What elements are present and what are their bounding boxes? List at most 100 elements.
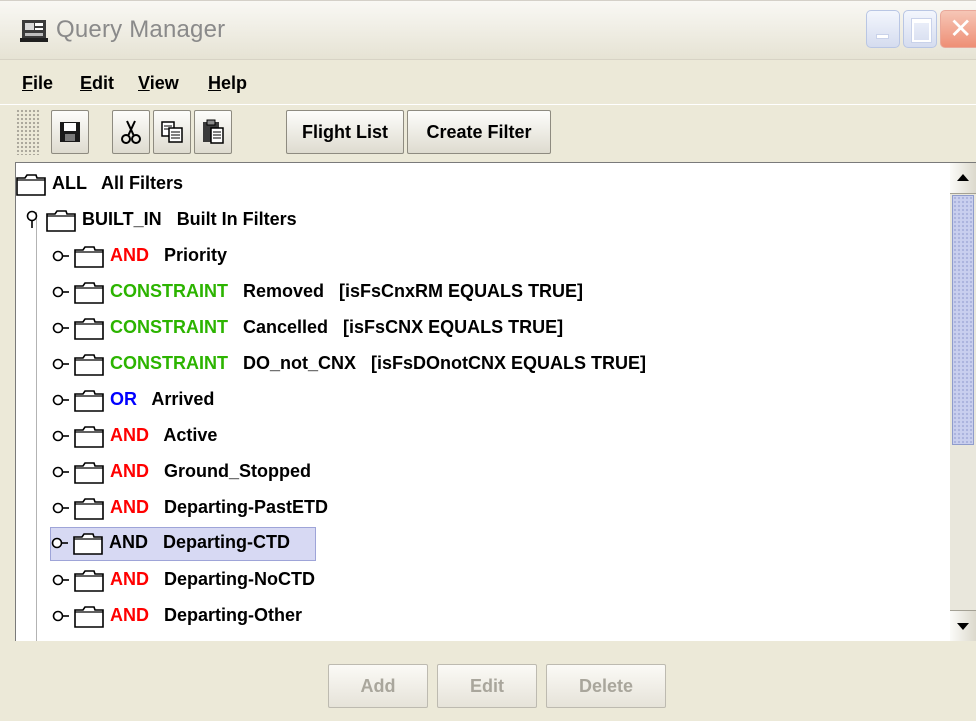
flight-list-button[interactable]: Flight List [286, 110, 404, 154]
cut-button[interactable] [112, 110, 150, 154]
menu-help-mnemonic: H [208, 73, 221, 93]
label-spacer [149, 425, 163, 445]
label-spacer [137, 389, 151, 409]
vertical-scrollbar[interactable] [950, 162, 976, 642]
copy-button[interactable] [153, 110, 191, 154]
node-description: Departing-CTD [163, 532, 291, 552]
tree-node[interactable]: AND Departing-PastETD [52, 493, 932, 523]
tree-node-label: CONSTRAINT DO_not_CNX [isFsDOnotCNX EQUA… [110, 353, 646, 374]
button-bar: Add Edit Delete [0, 641, 976, 721]
label-spacer [149, 569, 164, 589]
filter-tree[interactable]: ALL All Filters BUILT_IN Built In Filters… [15, 162, 951, 642]
scroll-thumb[interactable] [952, 195, 974, 445]
node-keyword: AND [110, 245, 149, 265]
tree-node[interactable]: CONSTRAINT DO_not_CNX [isFsDOnotCNX EQUA… [52, 349, 932, 379]
tree-node[interactable]: BUILT_IN Built In Filters [24, 205, 904, 235]
node-description: All Filters [101, 173, 184, 193]
node-description: Departing-NoCTD [164, 569, 316, 589]
node-description: Cancelled [isFsCNX EQUALS TRUE] [243, 317, 564, 337]
tree-node[interactable]: AND Ground_Stopped [52, 457, 932, 487]
label-spacer [149, 497, 164, 517]
folder-icon [73, 533, 103, 555]
menu-view[interactable]: View [138, 73, 179, 94]
label-spacer [228, 317, 243, 337]
label-spacer [148, 532, 163, 552]
node-keyword: BUILT_IN [82, 209, 162, 229]
folder-icon [74, 390, 104, 412]
expand-toggle-icon[interactable] [52, 496, 70, 520]
expand-toggle-icon[interactable] [52, 316, 70, 340]
title-bar[interactable]: Query Manager ✕ [0, 1, 976, 60]
menu-file-mnemonic: F [22, 73, 33, 93]
node-description: Removed [isFsCnxRM EQUALS TRUE] [243, 281, 584, 301]
delete-button[interactable]: Delete [546, 664, 666, 708]
node-description: Departing-Other [164, 605, 303, 625]
tree-node[interactable]: ALL All Filters [16, 169, 896, 199]
menu-edit-rest: dit [92, 73, 115, 93]
close-button[interactable]: ✕ [940, 10, 976, 48]
expand-toggle-icon[interactable] [52, 352, 70, 376]
folder-icon [74, 354, 104, 376]
label-spacer [162, 209, 177, 229]
tree-node-label: CONSTRAINT Cancelled [isFsCNX EQUALS TRU… [110, 317, 563, 338]
expand-toggle-icon[interactable] [52, 568, 70, 592]
create-filter-button[interactable]: Create Filter [407, 110, 551, 154]
tree-node[interactable]: AND Departing-CTD [50, 527, 316, 561]
menu-file[interactable]: File [22, 73, 53, 94]
node-keyword: ALL [52, 173, 87, 193]
add-button[interactable]: Add [328, 664, 428, 708]
expand-toggle-icon[interactable] [52, 244, 70, 268]
scroll-down-button[interactable] [950, 610, 976, 641]
tree-node[interactable]: OR Arrived [52, 385, 932, 415]
node-keyword: AND [110, 497, 149, 517]
node-description: Built In Filters [176, 209, 297, 229]
folder-icon [74, 570, 104, 592]
tree-node-label: BUILT_IN Built In Filters [82, 209, 297, 230]
node-description: Active [163, 425, 218, 445]
tree-node[interactable]: AND Departing-NoCTD [52, 565, 932, 595]
minimize-button[interactable] [866, 10, 900, 48]
menu-edit[interactable]: Edit [80, 73, 114, 94]
maximize-button[interactable] [903, 10, 937, 48]
toolbar-grip[interactable] [16, 109, 40, 155]
menu-view-rest: iew [149, 73, 179, 93]
menu-view-mnemonic: V [138, 73, 150, 93]
menu-file-rest: ile [33, 73, 54, 93]
node-description: DO_not_CNX [isFsDOnotCNX EQUALS TRUE] [243, 353, 647, 373]
folder-icon [74, 282, 104, 304]
node-description: Priority [164, 245, 228, 265]
tree-node-label: AND Departing-CTD [109, 532, 290, 553]
label-spacer [149, 605, 164, 625]
tree-node-label: AND Priority [110, 245, 227, 266]
node-keyword: CONSTRAINT [110, 353, 228, 373]
tree-node[interactable]: AND Priority [52, 241, 932, 271]
tree-node[interactable]: CONSTRAINT Removed [isFsCnxRM EQUALS TRU… [52, 277, 932, 307]
node-keyword: OR [110, 389, 137, 409]
node-keyword: AND [110, 425, 149, 445]
tree-node[interactable]: AND Active [52, 421, 932, 451]
paste-icon [203, 119, 224, 144]
expand-toggle-icon[interactable] [52, 424, 70, 448]
app-icon [20, 20, 48, 42]
paste-button[interactable] [194, 110, 232, 154]
collapse-toggle-icon[interactable] [24, 208, 42, 232]
tree-node[interactable]: AND Departing-Other [52, 601, 932, 631]
expand-toggle-icon[interactable] [52, 460, 70, 484]
tree-node-label: CONSTRAINT Removed [isFsCnxRM EQUALS TRU… [110, 281, 583, 302]
folder-icon [46, 210, 76, 232]
window-title: Query Manager [56, 16, 226, 43]
node-keyword: CONSTRAINT [110, 281, 228, 301]
expand-toggle-icon[interactable] [52, 604, 70, 628]
cut-icon [121, 120, 141, 144]
tree-node-label: AND Departing-PastETD [110, 497, 328, 518]
expand-toggle-icon[interactable] [52, 388, 70, 412]
edit-button[interactable]: Edit [437, 664, 537, 708]
menu-help[interactable]: Help [208, 73, 247, 94]
expand-toggle-icon[interactable] [52, 280, 70, 304]
scroll-up-button[interactable] [950, 163, 976, 194]
tree-node[interactable]: CONSTRAINT Cancelled [isFsCNX EQUALS TRU… [52, 313, 932, 343]
save-button[interactable] [51, 110, 89, 154]
expand-toggle-icon[interactable] [51, 531, 69, 555]
menu-help-rest: elp [221, 73, 248, 93]
label-spacer [149, 245, 164, 265]
